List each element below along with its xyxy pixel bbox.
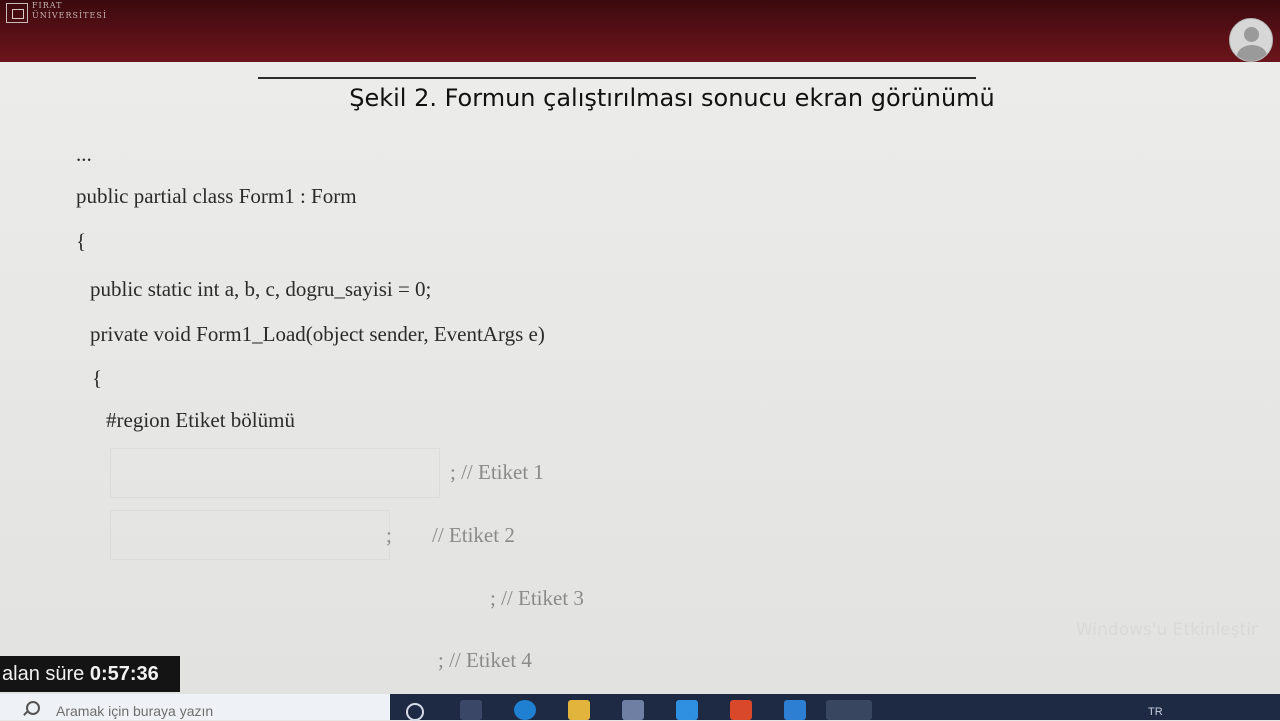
figure-caption: Şekil 2. Formun çalıştırılması sonucu ek… <box>349 84 995 112</box>
store-icon[interactable] <box>622 700 644 720</box>
file-explorer-icon[interactable] <box>568 700 590 720</box>
user-avatar[interactable] <box>1229 18 1273 62</box>
etiket-2-semicolon: ; <box>386 523 392 547</box>
presentation-slide <box>0 62 1280 694</box>
blank-area-1 <box>110 448 440 498</box>
code-line-region: #region Etiket bölümü <box>106 408 295 432</box>
university-name-line1: FIRAT <box>32 1 63 10</box>
university-name: FIRAT ÜNİVERSİTESİ <box>32 1 107 21</box>
blank-area-2 <box>110 510 390 560</box>
code-line-ellipsis: ... <box>76 142 92 166</box>
slide-divider <box>258 77 976 79</box>
university-name-line2: ÜNİVERSİTESİ <box>32 11 107 20</box>
avatar-head-icon <box>1244 27 1259 42</box>
taskbar-search-placeholder[interactable]: Aramak için buraya yazın <box>56 703 213 719</box>
timer-label: alan süre <box>2 663 85 685</box>
tray-language-indicator[interactable]: TR <box>1148 706 1163 718</box>
cortana-icon[interactable] <box>406 703 424 721</box>
edge-icon[interactable] <box>514 700 536 720</box>
university-logo-icon <box>6 3 28 23</box>
etiket-4-line: ; // Etiket 4 <box>438 648 532 672</box>
etiket-1-line: ; // Etiket 1 <box>450 460 544 484</box>
code-line-fields: public static int a, b, c, dogru_sayisi … <box>90 277 432 301</box>
etiket-2-line: // Etiket 2 <box>432 523 515 547</box>
chrome-icon[interactable] <box>826 700 872 720</box>
office-icon[interactable] <box>730 700 752 720</box>
task-view-icon[interactable] <box>460 700 482 720</box>
code-line-method-brace: { <box>92 366 103 390</box>
etiket-3-line: ; // Etiket 3 <box>490 586 584 610</box>
app-header <box>0 0 1280 62</box>
avatar-body-icon <box>1237 45 1267 61</box>
code-line-class: public partial class Form1 : Form <box>76 184 357 208</box>
activation-watermark: Windows'u Etkinleştir <box>1076 620 1258 640</box>
remaining-time-badge: alan süre 0:57:36 <box>0 656 180 692</box>
code-line-open-brace: { <box>76 229 87 253</box>
code-line-method: private void Form1_Load(object sender, E… <box>90 322 545 346</box>
search-icon <box>26 701 40 715</box>
app-icon[interactable] <box>784 700 806 720</box>
timer-value: 0:57:36 <box>89 663 159 685</box>
mail-icon[interactable] <box>676 700 698 720</box>
